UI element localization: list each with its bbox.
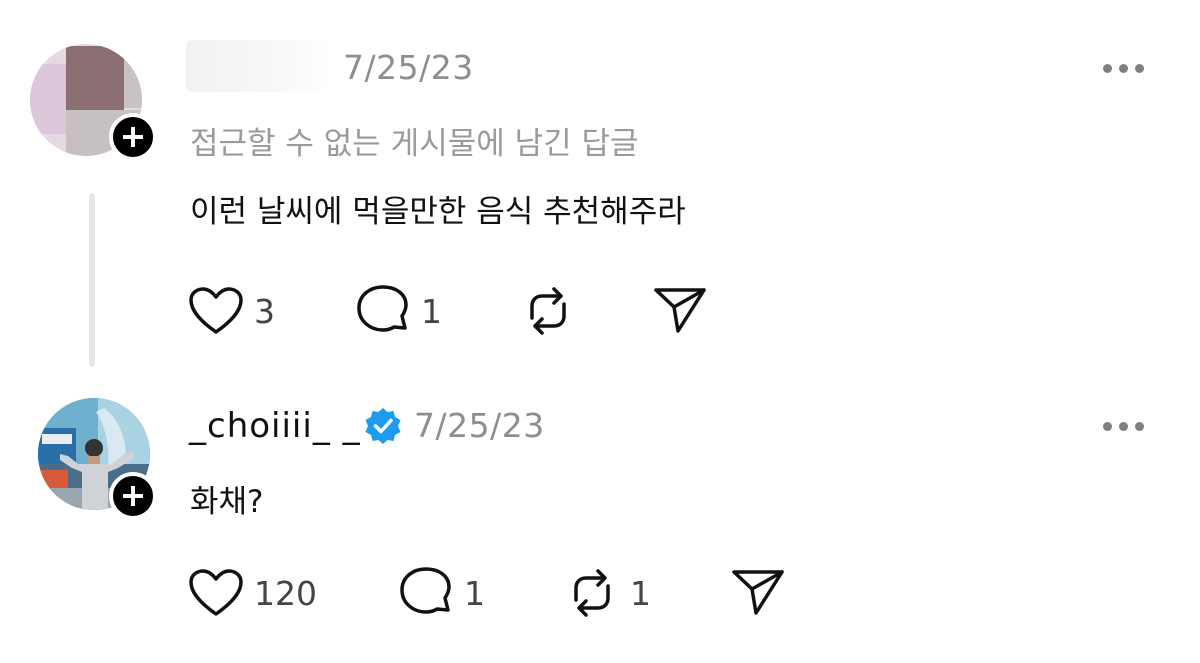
share-button[interactable] xyxy=(652,285,708,337)
reply-count: 1 xyxy=(464,573,485,613)
repost-button[interactable]: 1 xyxy=(564,566,651,620)
post-text: 이런 날씨에 먹을만한 음식 추천해주라 xyxy=(190,194,686,230)
reply-button[interactable]: 1 xyxy=(398,566,485,620)
repost-icon xyxy=(530,287,566,335)
share-button[interactable] xyxy=(730,567,786,619)
thread-line xyxy=(89,193,95,367)
reply-text: 화채? xyxy=(190,484,264,520)
repost-icon xyxy=(574,569,610,617)
username[interactable]: _choiiii_ _ xyxy=(189,406,361,446)
like-count: 3 xyxy=(254,291,275,331)
comment-bubble-icon xyxy=(357,285,408,332)
like-button[interactable]: 120 xyxy=(188,568,317,618)
plus-icon xyxy=(123,486,143,506)
heart-icon xyxy=(189,569,243,616)
heart-icon xyxy=(189,287,243,334)
follow-plus-button[interactable] xyxy=(109,113,157,161)
like-count: 120 xyxy=(254,573,317,613)
plus-icon xyxy=(123,127,143,147)
send-icon xyxy=(732,570,784,615)
reply-context-note: 접근할 수 없는 게시물에 남긴 답글 xyxy=(190,126,639,162)
username-blurred[interactable] xyxy=(186,40,332,92)
more-dots-icon[interactable] xyxy=(1103,422,1144,431)
send-icon xyxy=(654,288,706,333)
reply-date: 7/25/23 xyxy=(414,406,545,445)
post-date: 7/25/23 xyxy=(343,48,474,87)
follow-plus-button[interactable] xyxy=(109,472,157,520)
more-dots-icon[interactable] xyxy=(1103,64,1144,73)
reply-button[interactable]: 1 xyxy=(355,284,442,338)
repost-button[interactable] xyxy=(520,284,576,338)
verified-badge-icon xyxy=(365,408,401,444)
comment-bubble-icon xyxy=(400,567,451,614)
reply-count: 1 xyxy=(421,291,442,331)
repost-count: 1 xyxy=(630,573,651,613)
like-button[interactable]: 3 xyxy=(188,286,275,336)
